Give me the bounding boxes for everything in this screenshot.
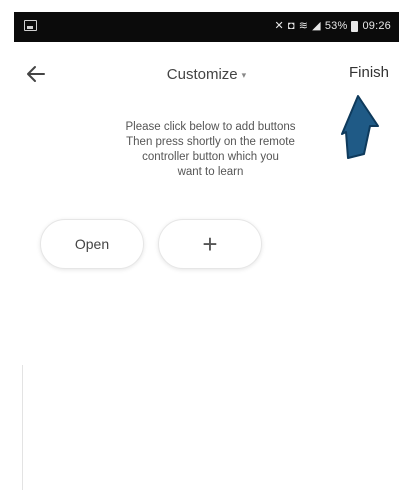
status-time: 09:26 bbox=[362, 20, 391, 32]
battery-percent: 53% bbox=[324, 20, 348, 32]
page-title: Customize ▾ bbox=[14, 66, 399, 83]
pointer-arrow-icon bbox=[341, 95, 379, 159]
instruction-line: Please click below to add buttons bbox=[125, 121, 296, 133]
status-bar: ✕ ◘ ≋ ◢ 53% 09:26 bbox=[14, 12, 399, 42]
instruction-line: controller button which you bbox=[142, 151, 279, 163]
wifi-icon: ≋ bbox=[298, 19, 309, 32]
mute-icon: ✕ bbox=[274, 19, 284, 32]
finish-button[interactable]: Finish bbox=[349, 64, 389, 81]
instructions: Please click below to add buttons Then p… bbox=[88, 120, 333, 180]
instruction-line: want to learn bbox=[177, 166, 244, 178]
plus-icon: + bbox=[202, 229, 218, 259]
page-title-text: Customize bbox=[166, 66, 238, 83]
add-button[interactable]: + bbox=[158, 219, 262, 269]
signal-icon: ◢ bbox=[312, 19, 321, 32]
status-icons: ✕ ◘ ≋ ◢ 53% 09:26 bbox=[274, 20, 391, 32]
image-icon bbox=[24, 20, 37, 31]
chevron-down-icon: ▾ bbox=[241, 69, 247, 80]
divider bbox=[22, 365, 23, 490]
alarm-icon: ◘ bbox=[287, 19, 295, 32]
button-row: Open + bbox=[40, 219, 262, 269]
battery-icon bbox=[351, 20, 359, 32]
open-button[interactable]: Open bbox=[40, 219, 144, 269]
instruction-line: Then press shortly on the remote bbox=[126, 136, 295, 148]
